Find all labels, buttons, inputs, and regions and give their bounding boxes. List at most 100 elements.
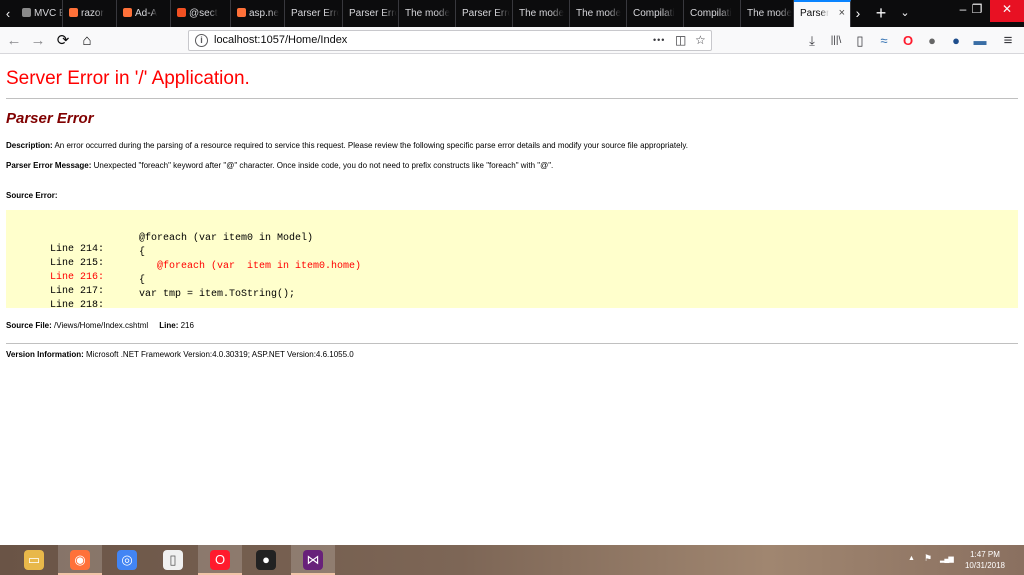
file-explorer-icon: ▭ (24, 550, 44, 570)
tab-label: The mode (405, 8, 451, 19)
extension-icon-4[interactable]: ▬ (971, 31, 989, 50)
tab-label: razor (81, 8, 104, 19)
tab-strip: ‹ MVC E razor Ad-A @sect asp.ne Parser Erro Pa… (0, 0, 1024, 27)
action-center-flag-icon[interactable]: ⚑ (924, 553, 932, 564)
line-code: { (139, 247, 146, 258)
sidebar-icon[interactable]: ▯ (851, 31, 869, 50)
taskbar-app-file-explorer[interactable]: ▭ (12, 545, 56, 575)
site-info-icon[interactable]: i (195, 34, 208, 47)
browser-tab[interactable]: Parser Erro (343, 0, 399, 27)
tab-label: Parser Erro (291, 8, 339, 19)
browser-tab[interactable]: Compilati (684, 0, 741, 27)
windows-taskbar: ▭ ◉ ◎ ▯ O ● ⋈ ▲ ⚑ ▂▄▆ 1:47 PM 10/31/2018 (0, 545, 1024, 575)
taskbar-app-visual-studio[interactable]: ⋈ (291, 545, 335, 575)
page-actions-icon[interactable]: ••• (653, 31, 665, 50)
tab-label: Parser (800, 8, 830, 19)
error-message-line: Parser Error Message: Unexpected "foreac… (6, 161, 553, 170)
browser-tab[interactable]: The mode (399, 0, 456, 27)
tab-favicon-icon (69, 8, 78, 17)
opera-icon: O (210, 550, 230, 570)
description-line: Description: An error occurred during th… (6, 141, 688, 150)
browser-tab[interactable]: @sect (171, 0, 231, 27)
tab-label: The mode (576, 8, 622, 19)
line-code: @foreach (var item in item0.home) (139, 261, 362, 272)
taskbar-app-chrome[interactable]: ◎ (105, 545, 149, 575)
browser-tab[interactable]: Parser × (794, 0, 851, 27)
scroll-tabs-right-button[interactable]: › (851, 0, 865, 27)
library-icon[interactable]: |||\ (827, 31, 845, 50)
browser-tab[interactable]: razor (63, 0, 117, 27)
taskbar-app-notepad[interactable]: ▯ (151, 545, 195, 575)
tab-label: Parser Erro (349, 8, 397, 19)
tab-label: MVC E (34, 8, 63, 19)
description-text: An error occurred during the parsing of … (54, 141, 688, 150)
back-button[interactable]: ← (4, 31, 24, 51)
forward-button[interactable]: → (28, 31, 48, 51)
maximize-button[interactable]: ❐ (960, 0, 994, 22)
line-value: 216 (180, 321, 194, 330)
extension-icon-2[interactable]: ● (923, 31, 941, 50)
tab-label: Compilati (633, 8, 675, 19)
tab-label: Parser Erro (462, 8, 510, 19)
browser-tab[interactable]: MVC E (16, 0, 63, 27)
tray-overflow-icon[interactable]: ▲ (908, 555, 915, 562)
hamburger-menu-icon[interactable]: ≡ (999, 31, 1017, 50)
version-label: Version Information: (6, 350, 84, 359)
version-divider (6, 343, 1018, 344)
line-code: var tmp = item.ToString(); (139, 289, 296, 300)
page-content: Server Error in '/' Application. Parser … (0, 55, 1024, 545)
taskbar-app-github[interactable]: ● (244, 545, 288, 575)
source-file-line: Source File: /Views/Home/Index.cshtml Li… (6, 321, 194, 330)
extension-icon-3[interactable]: ● (947, 31, 965, 50)
address-bar[interactable]: i localhost:1057/Home/Index ••• ◫ ☆ (188, 30, 712, 51)
tab-label: @sect (189, 8, 218, 19)
reload-button[interactable]: ⟳ (53, 31, 73, 51)
browser-tab[interactable]: Parser Erro (285, 0, 343, 27)
line-code: { (139, 275, 146, 286)
browser-tab[interactable]: The mode (741, 0, 794, 27)
system-clock[interactable]: 1:47 PM 10/31/2018 (958, 549, 1012, 571)
extension-icon[interactable]: ≈ (875, 31, 893, 50)
opera-extension-icon[interactable]: O (899, 31, 917, 50)
visual-studio-icon: ⋈ (303, 550, 323, 570)
home-button[interactable]: ⌂ (77, 31, 97, 51)
source-file-value: /Views/Home/Index.cshtml (54, 321, 149, 330)
downloads-icon[interactable]: ⤓ (803, 31, 821, 50)
version-text: Microsoft .NET Framework Version:4.0.303… (86, 350, 354, 359)
tab-label: The mode (519, 8, 565, 19)
tab-favicon-icon (177, 8, 186, 17)
close-window-button[interactable]: ✕ (990, 0, 1024, 22)
taskbar-app-firefox[interactable]: ◉ (58, 545, 102, 575)
source-error-label-line: Source Error: (6, 191, 58, 200)
description-label: Description: (6, 141, 53, 150)
tab-label: asp.ne (249, 8, 280, 19)
browser-tab[interactable]: The mode (570, 0, 627, 27)
close-tab-icon[interactable]: × (839, 2, 845, 25)
pocket-icon[interactable]: ◫ (675, 31, 686, 50)
tab-favicon-icon (22, 8, 31, 17)
browser-tab[interactable]: asp.ne (231, 0, 285, 27)
error-message-text: Unexpected "foreach" keyword after "@" c… (93, 161, 554, 170)
taskbar-app-opera[interactable]: O (198, 545, 242, 575)
tab-favicon-icon (123, 8, 132, 17)
browser-tab[interactable]: Parser Erro (456, 0, 513, 27)
browser-tab[interactable]: Compilati (627, 0, 684, 27)
tab-label: Ad-A (135, 8, 158, 19)
new-tab-button[interactable]: + (872, 0, 890, 27)
scroll-tabs-left-button[interactable]: ‹ (0, 0, 16, 27)
bookmark-star-icon[interactable]: ☆ (695, 31, 706, 50)
clock-date: 10/31/2018 (964, 561, 1006, 570)
notepad-icon: ▯ (163, 550, 183, 570)
browser-tab[interactable]: Ad-A (117, 0, 171, 27)
tab-label: Compilati (690, 8, 732, 19)
url-text[interactable]: localhost:1057/Home/Index (214, 31, 347, 50)
source-file-label: Source File: (6, 321, 52, 330)
clock-time: 1:47 PM (970, 550, 1000, 559)
tab-label: The mode (747, 8, 793, 19)
network-signal-icon[interactable]: ▂▄▆ (940, 555, 954, 563)
list-all-tabs-button[interactable]: ⌄ (896, 0, 914, 27)
error-heading: Parser Error (6, 110, 94, 127)
firefox-icon: ◉ (70, 550, 90, 570)
title-divider (6, 98, 1018, 99)
browser-tab[interactable]: The mode (513, 0, 570, 27)
